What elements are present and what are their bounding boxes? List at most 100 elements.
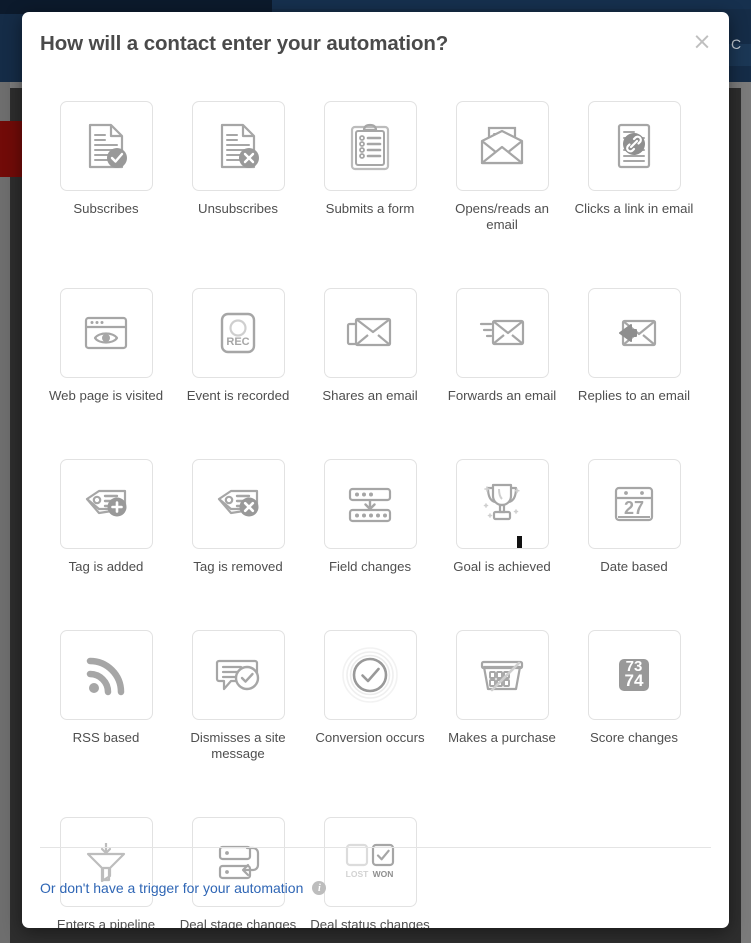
trigger-option-rss-based[interactable]: RSS based [40,630,172,762]
tile-label: Makes a purchase [448,730,556,745]
trigger-option-unsubscribes[interactable]: Unsubscribes [172,101,304,233]
trigger-option-date-based[interactable]: 27 Date based [568,459,700,575]
trigger-option-submits-a-form[interactable]: Submits a form [304,101,436,233]
lost-won-icon: LOST WON [346,843,395,879]
tile-box: 73 74 [587,630,681,720]
tile-box [59,630,153,720]
tile-box [191,459,285,549]
tile-label: Tag is removed [193,559,283,574]
trigger-option-deal-status-changes[interactable]: LOST WON Deal status changes [304,817,436,928]
trigger-option-field-changes[interactable]: Field changes [304,459,436,575]
trigger-option-replies-to-an-email[interactable]: Replies to an email [568,288,700,404]
trigger-option-subscribes[interactable]: Subscribes [40,101,172,233]
tile-box [323,630,417,720]
trigger-option-makes-a-purchase[interactable]: Makes a purchase [436,630,568,762]
trigger-picker-modal: How will a contact enter your automation… [22,12,729,928]
tile-box [587,101,681,191]
tile-label: Forwards an email [447,388,557,403]
tile-label: Shares an email [322,388,418,403]
text-caret-marker [517,536,522,548]
tile-box [191,630,285,720]
trigger-grid: Subscribes Unsubscribes Submits a form O… [40,101,712,928]
tile-box [59,101,153,191]
score-counter-icon: 73 74 [619,658,649,691]
document-x-icon [220,123,259,169]
shopping-basket-icon [480,660,524,692]
rec-label: REC [226,336,249,348]
trigger-option-event-is-recorded[interactable]: REC Event is recorded [172,288,304,404]
tile-box [191,101,285,191]
check-circle-ripple-icon [342,647,398,703]
close-icon[interactable]: × [689,29,715,55]
tile-box [455,101,549,191]
trigger-option-score-changes[interactable]: 73 74 Score changes [568,630,700,762]
tile-label: Subscribes [73,201,139,216]
tile-label: Tag is added [68,559,144,574]
tag-x-icon [217,489,259,517]
rss-icon [86,657,125,696]
trigger-option-clicks-a-link-in-email[interactable]: Clicks a link in email [568,101,700,233]
trigger-option-enters-a-pipeline[interactable]: Enters a pipeline [40,817,172,928]
tile-label: Enters a pipeline [56,917,156,928]
lost-label: LOST [346,869,369,879]
tile-label: RSS based [72,730,140,745]
rec-button-icon: REC [220,312,256,354]
tile-box [323,101,417,191]
backdrop-left-gutter [0,82,10,943]
footer-divider [40,847,711,848]
modal-header: How will a contact enter your automation… [22,12,729,88]
envelope-forward-icon [479,319,525,346]
tile-box [59,288,153,378]
trigger-option-shares-an-email[interactable]: Shares an email [304,288,436,404]
trigger-option-tag-is-removed[interactable]: Tag is removed [172,459,304,575]
tile-box: REC [191,288,285,378]
tile-label: Unsubscribes [198,201,278,216]
document-check-icon [88,123,127,169]
clipboard-list-icon [350,123,390,171]
calendar-27-icon: 27 [614,486,654,522]
tile-label: Replies to an email [577,388,691,403]
tile-label: Opens/reads an email [455,201,549,232]
open-envelope-icon [480,126,524,165]
tile-label: Clicks a link in email [574,201,694,216]
tile-label: Goal is achieved [453,559,551,574]
field-arrow-icon [348,487,392,523]
tile-box [455,288,549,378]
calendar-day-label: 27 [624,498,644,518]
backdrop-red-block [0,121,22,177]
trigger-option-dismisses-a-site-message[interactable]: Dismisses a site message [172,630,304,762]
tile-label: Score changes [590,730,678,745]
trophy-icon [483,483,520,521]
envelope-reply-icon [619,319,657,347]
info-icon[interactable]: i [312,881,327,895]
tile-label: Field changes [328,559,412,574]
tile-box [587,288,681,378]
tile-box [323,288,417,378]
tile-label: Date based [600,559,668,574]
tile-box: 27 [587,459,681,549]
tile-label: Conversion occurs [315,730,425,745]
trigger-option-deal-stage-changes[interactable]: Deal stage changes [172,817,304,928]
tile-label: Dismisses a site message [190,730,286,761]
tile-box [455,459,549,549]
trigger-option-conversion-occurs[interactable]: Conversion occurs [304,630,436,762]
tile-label: Deal status changes [310,917,430,928]
trigger-option-goal-is-achieved[interactable]: Goal is achieved [436,459,568,575]
trigger-option-opens-reads-an-email[interactable]: Opens/reads an email [436,101,568,233]
tile-box [323,459,417,549]
tile-box [455,630,549,720]
score-bottom-label: 74 [625,671,644,690]
topbar-strip [272,0,751,9]
tile-box [59,459,153,549]
tag-plus-icon [85,489,127,517]
document-link-icon [617,123,651,169]
page-title: How will a contact enter your automation… [40,32,449,55]
browser-eye-icon [84,316,128,350]
tile-label: Submits a form [325,201,415,216]
trigger-option-forwards-an-email[interactable]: Forwards an email [436,288,568,404]
no-trigger-link[interactable]: Or don't have a trigger for your automat… [40,880,303,896]
tile-label: Web page is visited [48,388,164,403]
trigger-option-tag-is-added[interactable]: Tag is added [40,459,172,575]
trigger-option-web-page-is-visited[interactable]: Web page is visited [40,288,172,404]
message-check-icon [215,659,260,691]
